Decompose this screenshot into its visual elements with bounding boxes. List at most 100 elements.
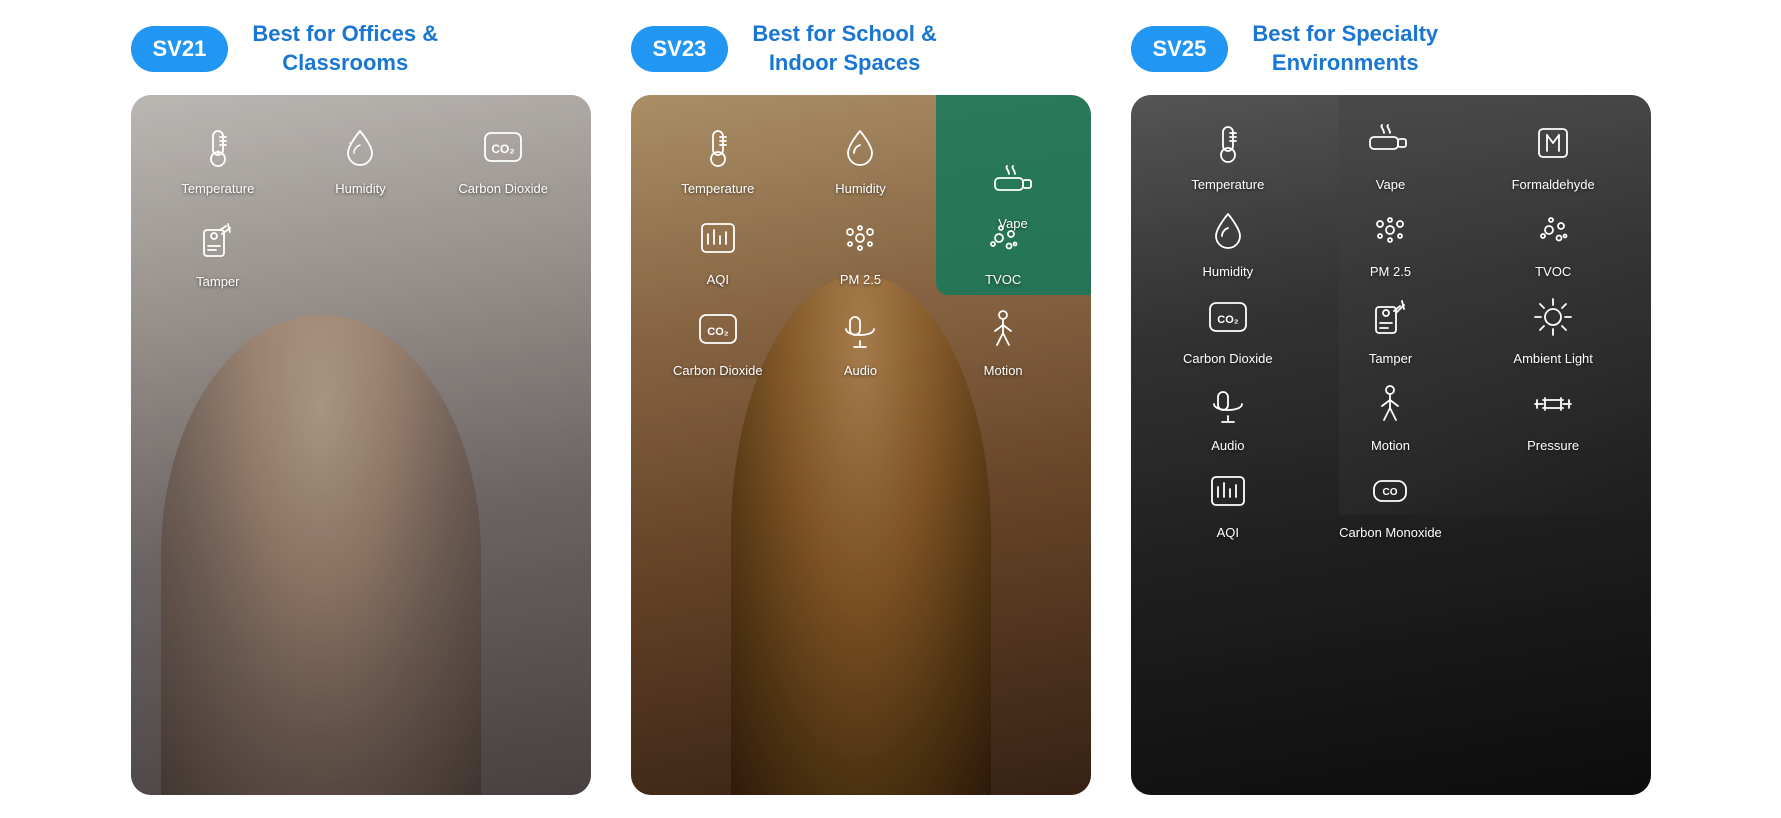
sensor-humidity-sv25: Humidity bbox=[1147, 202, 1310, 279]
thermometer-icon bbox=[1200, 115, 1256, 171]
sensor-aqi-sv23: AQI bbox=[647, 210, 790, 287]
product-header-sv21: SV21 Best for Offices &Classrooms bbox=[131, 20, 591, 77]
sensor-vape-sv25: Vape bbox=[1309, 115, 1472, 192]
sensor-label: Carbon Monoxide bbox=[1339, 525, 1442, 540]
svg-text:CO: CO bbox=[1383, 487, 1398, 498]
motion-icon bbox=[975, 301, 1031, 357]
sensor-tamper-sv25: Tamper bbox=[1309, 289, 1472, 366]
thermometer-icon bbox=[190, 119, 246, 175]
sensor-label: AQI bbox=[707, 272, 729, 287]
humidity-icon bbox=[1200, 202, 1256, 258]
product-title-sv25: Best for SpecialtyEnvironments bbox=[1252, 20, 1438, 77]
sensors-sv25: Temperature Vape Formaldehyde bbox=[1131, 95, 1651, 795]
audio-icon bbox=[832, 301, 888, 357]
sensor-label: Temperature bbox=[181, 181, 254, 196]
tamper-icon bbox=[190, 212, 246, 268]
sensor-co2-sv21: CO₂ Carbon Dioxide bbox=[432, 119, 575, 196]
sensor-carbon-monoxide-sv25: CO Carbon Monoxide bbox=[1309, 463, 1472, 540]
sensor-label: Ambient Light bbox=[1513, 351, 1593, 366]
sensor-pm25-sv23: PM 2.5 bbox=[789, 210, 932, 287]
sensors-sv21: Temperature Humidity CO₂ Carbon Dioxide bbox=[131, 95, 591, 795]
co2-icon: CO₂ bbox=[1200, 289, 1256, 345]
carbon-monoxide-icon: CO bbox=[1362, 463, 1418, 519]
humidity-icon bbox=[832, 119, 888, 175]
sensor-humidity-sv23: Humidity bbox=[789, 119, 932, 196]
tamper-icon bbox=[1362, 289, 1418, 345]
sensor-label: Motion bbox=[1371, 438, 1410, 453]
ambient-light-icon bbox=[1525, 289, 1581, 345]
product-badge-sv21: SV21 bbox=[131, 26, 229, 72]
products-container: SV21 Best for Offices &Classrooms Temper… bbox=[40, 20, 1741, 795]
tvoc-icon bbox=[975, 210, 1031, 266]
sensor-co2-sv25: CO₂ Carbon Dioxide bbox=[1147, 289, 1310, 366]
co2-icon: CO₂ bbox=[475, 119, 531, 175]
sensor-temperature-sv23: Temperature bbox=[647, 119, 790, 196]
product-card-sv23: Vape Temperature Humidity bbox=[631, 95, 1091, 795]
sensor-label: TVOC bbox=[1535, 264, 1571, 279]
motion-icon bbox=[1362, 376, 1418, 432]
sensor-tamper-sv21: Tamper bbox=[147, 212, 290, 289]
product-header-sv23: SV23 Best for School &Indoor Spaces bbox=[631, 20, 1091, 77]
aqi-icon bbox=[690, 210, 746, 266]
sensor-label: Temperature bbox=[1191, 177, 1264, 192]
sensor-label: Temperature bbox=[681, 181, 754, 196]
sensor-co2-sv23: CO₂ Carbon Dioxide bbox=[647, 301, 790, 378]
sensor-label: TVOC bbox=[985, 272, 1021, 287]
sensor-label: Tamper bbox=[196, 274, 239, 289]
sensor-audio-sv25: Audio bbox=[1147, 376, 1310, 453]
co2-icon: CO₂ bbox=[690, 301, 746, 357]
sensor-label: Humidity bbox=[1203, 264, 1254, 279]
svg-text:CO₂: CO₂ bbox=[707, 326, 729, 338]
sensor-humidity-sv21: Humidity bbox=[289, 119, 432, 196]
sensor-label: Carbon Dioxide bbox=[458, 181, 548, 196]
humidity-icon bbox=[332, 119, 388, 175]
aqi-icon bbox=[1200, 463, 1256, 519]
product-badge-sv23: SV23 bbox=[631, 26, 729, 72]
sensor-aqi-sv25: AQI bbox=[1147, 463, 1310, 540]
svg-text:CO₂: CO₂ bbox=[491, 142, 514, 156]
thermometer-icon bbox=[690, 119, 746, 175]
sensor-label: Humidity bbox=[335, 181, 386, 196]
formaldehyde-icon bbox=[1525, 115, 1581, 171]
product-header-sv25: SV25 Best for SpecialtyEnvironments bbox=[1131, 20, 1651, 77]
sensor-audio-sv23: Audio bbox=[789, 301, 932, 378]
sensor-label: Audio bbox=[844, 363, 877, 378]
sensor-motion-sv23: Motion bbox=[932, 301, 1075, 378]
pm25-icon bbox=[1362, 202, 1418, 258]
sensor-label: Carbon Dioxide bbox=[1183, 351, 1273, 366]
sensors-sv23: Temperature Humidity AQI bbox=[631, 95, 1091, 795]
sensor-label: Tamper bbox=[1369, 351, 1412, 366]
product-title-sv23: Best for School &Indoor Spaces bbox=[752, 20, 937, 77]
sensor-label: Pressure bbox=[1527, 438, 1579, 453]
sensor-label: PM 2.5 bbox=[840, 272, 881, 287]
product-title-sv21: Best for Offices &Classrooms bbox=[252, 20, 438, 77]
sensor-label: Formaldehyde bbox=[1512, 177, 1595, 192]
sensor-pm25-sv25: PM 2.5 bbox=[1309, 202, 1472, 279]
sensor-label: PM 2.5 bbox=[1370, 264, 1411, 279]
sensor-label: Motion bbox=[984, 363, 1023, 378]
sensor-label: AQI bbox=[1217, 525, 1239, 540]
pm25-icon bbox=[832, 210, 888, 266]
audio-icon bbox=[1200, 376, 1256, 432]
product-badge-sv25: SV25 bbox=[1131, 26, 1229, 72]
tvoc-icon bbox=[1525, 202, 1581, 258]
sensor-label: Humidity bbox=[835, 181, 886, 196]
sensor-pressure-sv25: Pressure bbox=[1472, 376, 1635, 453]
sensor-formaldehyde-sv25: Formaldehyde bbox=[1472, 115, 1635, 192]
sensor-temperature-sv21: Temperature bbox=[147, 119, 290, 196]
sensor-tvoc-sv25: TVOC bbox=[1472, 202, 1635, 279]
product-card-sv25: Temperature Vape Formaldehyde bbox=[1131, 95, 1651, 795]
product-col-sv21: SV21 Best for Offices &Classrooms Temper… bbox=[131, 20, 591, 795]
sensor-tvoc-sv23: TVOC bbox=[932, 210, 1075, 287]
sensor-temperature-sv25: Temperature bbox=[1147, 115, 1310, 192]
sensor-motion-sv25: Motion bbox=[1309, 376, 1472, 453]
product-col-sv25: SV25 Best for SpecialtyEnvironments Temp… bbox=[1131, 20, 1651, 795]
product-col-sv23: SV23 Best for School &Indoor Spaces Vape bbox=[631, 20, 1091, 795]
sensor-label: Carbon Dioxide bbox=[673, 363, 763, 378]
pressure-icon bbox=[1525, 376, 1581, 432]
svg-text:CO₂: CO₂ bbox=[1217, 314, 1239, 326]
sensor-label: Audio bbox=[1211, 438, 1244, 453]
vape-icon bbox=[1362, 115, 1418, 171]
sensor-ambient-light-sv25: Ambient Light bbox=[1472, 289, 1635, 366]
sensor-label: Vape bbox=[1376, 177, 1405, 192]
